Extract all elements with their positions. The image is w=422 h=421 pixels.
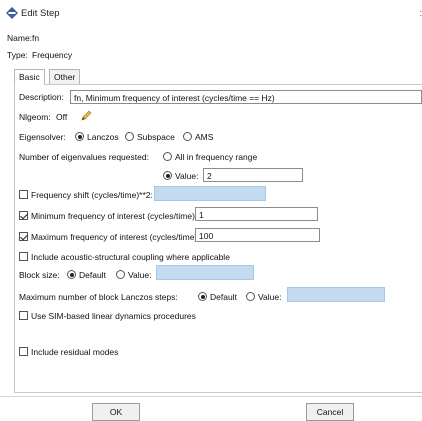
- eigensolver-lanczos-radio[interactable]: [75, 132, 84, 141]
- block-steps-default-radio[interactable]: [198, 292, 207, 301]
- block-steps-label: Maximum number of block Lanczos steps:: [19, 292, 178, 302]
- eigensolver-ams-label: AMS: [195, 132, 214, 142]
- eigensolver-label: Eigensolver:: [19, 132, 66, 142]
- window-title: Edit Step: [21, 8, 60, 19]
- residual-modes-checkbox[interactable]: [19, 347, 28, 356]
- block-steps-value-label: Value:: [258, 292, 282, 302]
- description-input[interactable]: fn, Minimum frequency of interest (cycle…: [70, 90, 422, 104]
- block-size-input[interactable]: [156, 265, 254, 280]
- type-label: Type:: [7, 50, 28, 60]
- block-size-value-label: Value:: [128, 270, 152, 280]
- residual-modes-label: Include residual modes: [31, 347, 119, 357]
- block-size-value-radio[interactable]: [116, 270, 125, 279]
- tab-other[interactable]: Other: [49, 69, 81, 85]
- min-freq-label: Minimum frequency of interest (cycles/ti…: [31, 211, 198, 221]
- block-size-default-radio[interactable]: [67, 270, 76, 279]
- freq-shift-input[interactable]: [154, 186, 266, 201]
- num-eigen-all-label: All in frequency range: [175, 152, 258, 162]
- type-value: Frequency: [32, 50, 73, 60]
- edit-step-icon: [6, 7, 18, 19]
- sim-based-checkbox[interactable]: [19, 311, 28, 320]
- nlgeom-label: Nlgeom:: [19, 112, 51, 122]
- tab-basic[interactable]: Basic: [14, 69, 45, 85]
- eigensolver-subspace-radio[interactable]: [125, 132, 134, 141]
- block-size-label: Block size:: [19, 270, 60, 280]
- description-label: Description:: [19, 92, 64, 102]
- eigensolver-ams-radio[interactable]: [183, 132, 192, 141]
- name-value: fn: [32, 33, 40, 43]
- cancel-button[interactable]: Cancel: [306, 403, 354, 421]
- max-freq-checkbox[interactable]: [19, 232, 28, 241]
- max-freq-input[interactable]: 100: [195, 228, 320, 242]
- num-eigen-label: Number of eigenvalues requested:: [19, 152, 149, 162]
- block-size-default-label: Default: [79, 270, 106, 280]
- max-freq-label: Maximum frequency of interest (cycles/ti…: [31, 232, 200, 242]
- freq-shift-label: Frequency shift (cycles/time)**2:: [31, 190, 153, 200]
- pencil-icon[interactable]: [80, 110, 92, 122]
- num-eigen-value-input[interactable]: 2: [203, 168, 303, 182]
- num-eigen-value-radio[interactable]: [163, 171, 172, 180]
- freq-shift-checkbox[interactable]: [19, 190, 28, 199]
- block-steps-input[interactable]: [287, 287, 385, 302]
- button-separator: [0, 396, 422, 397]
- block-steps-default-label: Default: [210, 292, 237, 302]
- sim-based-label: Use SIM-based linear dynamics procedures: [31, 311, 196, 321]
- ok-button[interactable]: OK: [92, 403, 140, 421]
- eigensolver-subspace-label: Subspace: [137, 132, 175, 142]
- min-freq-input[interactable]: 1: [195, 207, 318, 221]
- acoustic-checkbox[interactable]: [19, 252, 28, 261]
- acoustic-label: Include acoustic-structural coupling whe…: [31, 252, 230, 262]
- min-freq-checkbox[interactable]: [19, 211, 28, 220]
- block-steps-value-radio[interactable]: [246, 292, 255, 301]
- name-label: Name:: [7, 33, 33, 43]
- num-eigen-all-radio[interactable]: [163, 152, 172, 161]
- nlgeom-value: Off: [56, 112, 68, 122]
- title-bar: Edit Step :: [0, 0, 422, 26]
- num-eigen-value-label: Value:: [175, 171, 199, 181]
- eigensolver-lanczos-label: Lanczos: [87, 132, 119, 142]
